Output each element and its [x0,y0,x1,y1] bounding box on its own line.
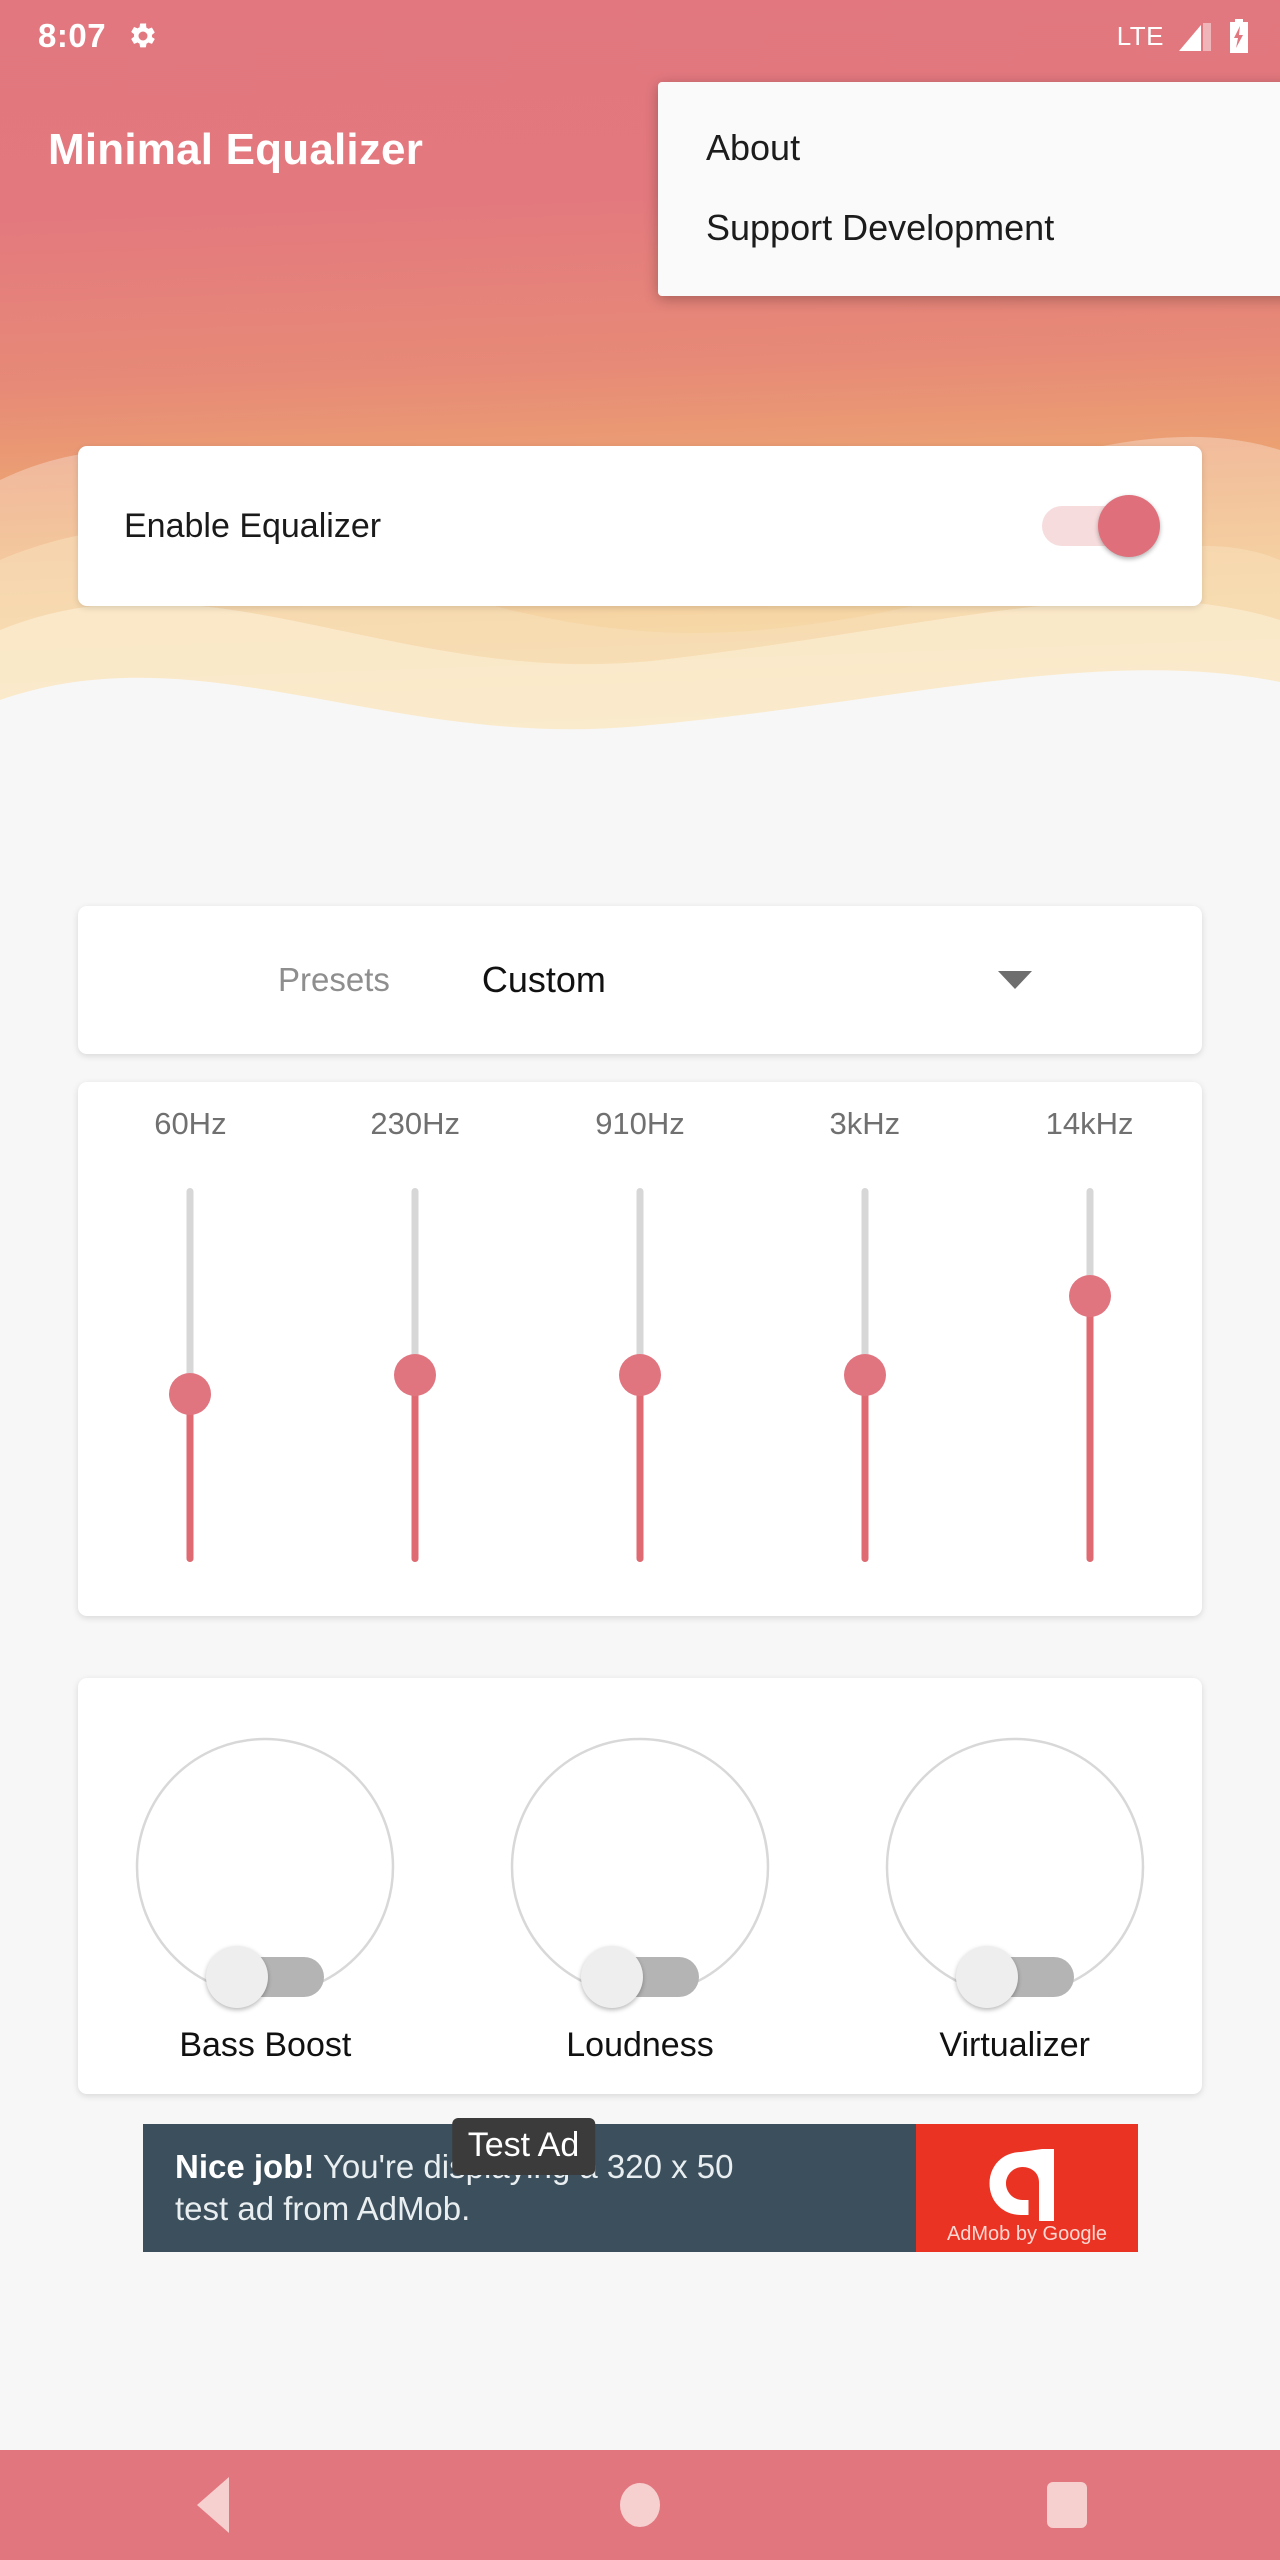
eq-slider-band[interactable] [528,1188,753,1588]
toggle-thumb [955,1946,1018,2008]
admob-logo-icon [979,2149,1075,2224]
slider-thumb[interactable] [1068,1275,1111,1318]
nav-home-button[interactable] [427,2483,854,2527]
eq-band-label: 60Hz [78,1106,303,1142]
android-navigation-bar [0,2450,1280,2560]
eq-band-label: 230Hz [303,1106,528,1142]
effects-card: Bass Boost Loudness Virtualizer [78,1678,1202,2094]
battery-charging-icon [1228,19,1250,53]
ad-banner[interactable]: Nice job! You're displaying a 320 x 50 t… [143,2118,1138,2252]
virtualizer-label: Virtualizer [939,2026,1090,2064]
status-bar-left: 8:07 [0,17,158,55]
nav-recents-button[interactable] [853,2482,1280,2528]
effect-loudness: Loudness [453,1678,828,2094]
eq-frequency-text: 3kHz [829,1106,901,1141]
virtualizer-toggle[interactable] [955,1946,1074,2008]
admob-caption: AdMob by Google [946,2223,1108,2245]
gear-icon [128,21,158,51]
ad-headline: Nice job! [175,2147,315,2185]
enable-equalizer-label: Enable Equalizer [124,506,382,545]
loudness-label: Loudness [566,2026,714,2064]
ad-text-area: Nice job! You're displaying a 320 x 50 t… [143,2118,916,2252]
equalizer-sliders [78,1188,1202,1588]
network-type-label: LTE [1116,20,1164,51]
status-bar: 8:07 LTE [0,0,1280,72]
eq-frequency-text: 910Hz [595,1106,685,1141]
status-time: 8:07 [38,17,107,54]
presets-label: Presets [278,961,390,998]
equalizer-frequency-labels: 60Hz 230Hz 910Hz 3kHz 14kHz [78,1106,1202,1142]
enable-equalizer-card: Enable Equalizer [78,446,1202,606]
signal-bars-icon [1179,21,1213,51]
slider-fill [411,1375,419,1562]
page-title: Minimal Equalizer [48,125,424,174]
slider-fill [636,1375,644,1562]
toggle-thumb [206,1946,269,2008]
menu-item-about[interactable]: About [658,108,1280,188]
slider-thumb[interactable] [169,1372,212,1415]
eq-slider-band[interactable] [303,1188,528,1588]
bass-boost-label: Bass Boost [179,2026,352,2064]
presets-selected-value: Custom [481,959,606,1000]
effect-virtualizer: Virtualizer [827,1678,1202,2094]
admob-brand-block[interactable]: AdMob by Google [916,2124,1138,2252]
eq-band-label: 910Hz [528,1106,753,1142]
eq-frequency-text: 14kHz [1045,1106,1134,1141]
eq-frequency-text: 230Hz [370,1106,460,1141]
slider-thumb[interactable] [394,1354,437,1396]
toggle-thumb [581,1946,643,2008]
recents-icon [1046,2482,1087,2528]
toggle-thumb [1098,495,1160,557]
slider-fill [861,1375,869,1562]
slider-thumb[interactable] [618,1354,661,1396]
effect-bass-boost: Bass Boost [78,1678,453,2094]
enable-equalizer-toggle[interactable] [1042,495,1160,557]
chevron-down-icon[interactable] [998,971,1032,989]
menu-item-support-development[interactable]: Support Development [658,188,1280,268]
equalizer-bands-card: 60Hz 230Hz 910Hz 3kHz 14kHz [78,1082,1202,1616]
slider-thumb[interactable] [843,1354,886,1396]
presets-card[interactable]: Presets Custom [78,906,1202,1054]
effects-row: Bass Boost Loudness Virtualizer [78,1678,1202,2094]
overflow-menu: About Support Development [658,82,1280,296]
eq-band-label: 14kHz [977,1106,1202,1142]
eq-frequency-text: 60Hz [154,1106,227,1141]
slider-fill [186,1393,194,1562]
eq-slider-band[interactable] [977,1188,1202,1588]
eq-slider-band[interactable] [752,1188,977,1588]
eq-slider-band[interactable] [78,1188,303,1588]
nav-back-button[interactable] [0,2477,427,2533]
bass-boost-toggle[interactable] [206,1946,325,2008]
ad-line-2: test ad from AdMob. [175,2190,471,2227]
eq-band-label: 3kHz [752,1106,977,1142]
home-icon [620,2483,660,2527]
loudness-toggle[interactable] [581,1946,699,2008]
test-ad-badge: Test Ad [451,2118,596,2175]
status-bar-right: LTE [1117,19,1280,53]
back-icon [197,2477,230,2533]
slider-fill [1086,1296,1094,1562]
